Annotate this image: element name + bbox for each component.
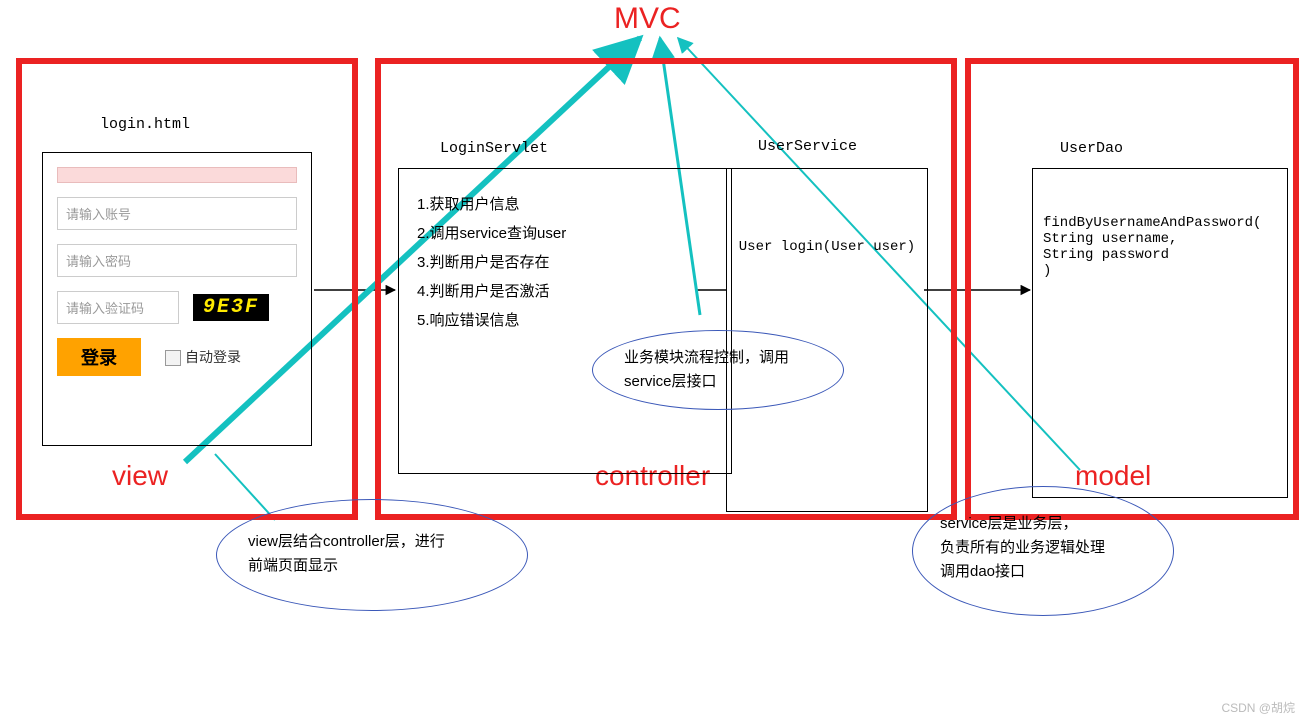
servlet-step: 5.响应错误信息 [417, 309, 713, 330]
userdao-title: UserDao [1060, 140, 1123, 157]
controller-note-text: 业务模块流程控制，调用 service层接口 [624, 346, 789, 394]
userdao-method: findByUsernameAndPassword( String userna… [1043, 215, 1261, 279]
userservice-title: UserService [758, 138, 857, 155]
service-note-text: service层是业务层， 负责所有的业务逻辑处理 调用dao接口 [940, 512, 1105, 584]
account-input[interactable]: 请输入账号 [57, 197, 297, 230]
auto-login-checkbox[interactable]: 自动登录 [165, 347, 241, 367]
login-banner-bar [57, 167, 297, 183]
auto-login-label: 自动登录 [185, 349, 241, 365]
loginservlet-title: LoginServlet [440, 140, 548, 157]
captcha-image: 9E3F [193, 294, 269, 321]
password-input[interactable]: 请输入密码 [57, 244, 297, 277]
servlet-step: 1.获取用户信息 [417, 193, 713, 214]
userdao-box: findByUsernameAndPassword( String userna… [1032, 168, 1288, 498]
login-form: 请输入账号 请输入密码 请输入验证码 9E3F 登录 自动登录 [42, 152, 312, 446]
login-file-label: login.html [100, 116, 190, 133]
view-label: view [112, 460, 168, 492]
servlet-step: 2.调用service查询user [417, 222, 713, 243]
servlet-step: 3.判断用户是否存在 [417, 251, 713, 272]
diagram-title: MVC [614, 2, 681, 36]
view-note-text: view层结合controller层，进行 前端页面显示 [248, 530, 445, 578]
captcha-input[interactable]: 请输入验证码 [57, 291, 179, 324]
userservice-method: User login(User user) [739, 239, 915, 255]
watermark: CSDN @胡烷 [1221, 699, 1295, 716]
servlet-step: 4.判断用户是否激活 [417, 280, 713, 301]
loginservlet-box: 1.获取用户信息 2.调用service查询user 3.判断用户是否存在 4.… [398, 168, 732, 474]
login-button[interactable]: 登录 [57, 338, 141, 376]
